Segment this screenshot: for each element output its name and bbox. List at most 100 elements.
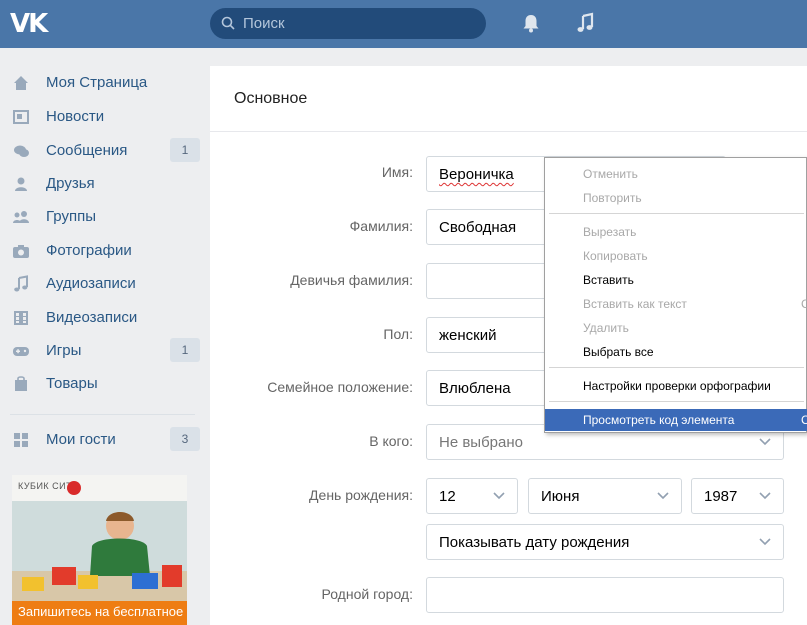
friends-icon <box>15 177 27 191</box>
birthday-year-select[interactable]: 1987 <box>691 478 784 514</box>
video-icon <box>14 311 28 325</box>
sidebar-item-label: Сообщения <box>46 142 128 159</box>
sidebar-divider <box>10 414 195 415</box>
sidebar-item-label: Игры <box>46 342 82 359</box>
sidebar-item-label: Новости <box>46 108 105 125</box>
page-title: Основное <box>234 90 308 107</box>
menu-item-label: Вырезать <box>583 225 637 239</box>
sidebar-item-news[interactable]: Новости <box>10 103 200 131</box>
menu-item-redo[interactable]: Повторить <box>545 187 807 209</box>
menu-item-spellcheck-settings[interactable]: Настройки проверки орфографии <box>545 375 807 397</box>
sidebar-item-label: Группы <box>46 208 96 225</box>
sidebar-item-label: Аудиозаписи <box>46 275 136 292</box>
birthday-day-select[interactable]: 12 <box>426 478 518 514</box>
menu-item-paste-as-text[interactable]: Вставить как текст С <box>545 293 807 315</box>
sidebar-item-label: Друзья <box>46 175 95 192</box>
home-icon <box>14 76 28 90</box>
menu-item-label: Копировать <box>583 249 648 263</box>
chevron-down-icon <box>493 492 505 500</box>
hometown-label: Родной город: <box>321 586 413 602</box>
sidebar-item-groups[interactable]: Группы <box>10 203 200 231</box>
birthday-month-select[interactable]: Июня <box>528 478 682 514</box>
last-name-label: Фамилия: <box>349 218 413 234</box>
birthday-visibility-select[interactable]: Показывать дату рождения <box>426 524 784 560</box>
menu-separator <box>549 367 804 368</box>
vk-logo[interactable]: VK <box>10 8 52 40</box>
sidebar-item-label: Товары <box>46 375 98 392</box>
menu-item-undo[interactable]: Отменить <box>545 163 807 185</box>
menu-item-label: Просмотреть код элемента <box>583 413 735 427</box>
chevron-down-icon <box>759 538 771 546</box>
sidebar-item-video[interactable]: Видеозаписи <box>10 304 200 332</box>
menu-item-label: Повторить <box>583 191 642 205</box>
birthday-year-value: 1987 <box>704 488 738 505</box>
sidebar-item-my-guests[interactable]: Мои гости 3 <box>10 426 200 454</box>
gamepad-icon <box>13 347 29 356</box>
search-icon <box>221 16 235 30</box>
last-name-value: Свободная <box>439 219 517 236</box>
menu-item-label: Отменить <box>583 167 638 181</box>
bag-icon <box>15 376 27 391</box>
search-box[interactable]: Поиск <box>210 8 486 39</box>
partner-placeholder: Не выбрано <box>439 434 523 451</box>
sidebar-item-label: Фотографии <box>46 242 132 259</box>
gender-value: женский <box>439 327 497 344</box>
birthday-visibility-value: Показывать дату рождения <box>439 534 630 551</box>
sidebar-item-audio[interactable]: Аудиозаписи <box>10 270 200 298</box>
music-icon <box>14 275 28 292</box>
bell-icon[interactable] <box>520 12 542 34</box>
ad-caption: Запишитесь на бесплатное <box>12 601 187 625</box>
guests-count-badge: 3 <box>170 427 200 451</box>
chevron-down-icon <box>759 492 771 500</box>
gender-label: Пол: <box>383 326 413 342</box>
sidebar-item-label: Моя Страница <box>46 74 148 91</box>
sidebar-item-photos[interactable]: Фотографии <box>10 237 200 265</box>
first-name-value: Вероничка <box>439 166 514 183</box>
partner-label: В кого: <box>369 433 413 449</box>
menu-separator <box>549 401 804 402</box>
top-bar: VK Поиск <box>0 0 807 48</box>
menu-item-label: Вставить <box>583 273 634 287</box>
chevron-down-icon <box>657 492 669 500</box>
games-count-badge: 1 <box>170 338 200 362</box>
grid-icon <box>14 433 28 447</box>
music-icon[interactable] <box>575 12 597 34</box>
menu-item-shortcut: С <box>801 413 807 427</box>
menu-item-label: Вставить как текст <box>583 297 687 311</box>
sidebar-item-friends[interactable]: Друзья <box>10 170 200 198</box>
birthday-label: День рождения: <box>309 487 413 503</box>
birthday-month-value: Июня <box>541 488 580 505</box>
menu-item-cut[interactable]: Вырезать <box>545 221 807 243</box>
menu-item-shortcut: С <box>801 297 807 311</box>
ad-banner[interactable]: КУБИК СИТИ Запишитесь на бесплатное <box>12 475 187 625</box>
groups-icon <box>13 211 29 223</box>
sidebar-item-goods[interactable]: Товары <box>10 370 200 398</box>
menu-item-delete[interactable]: Удалить <box>545 317 807 339</box>
messages-icon <box>14 145 29 157</box>
sidebar-item-my-page[interactable]: Моя Страница <box>10 69 200 97</box>
birthday-day-value: 12 <box>439 488 456 505</box>
panel-header: Основное <box>210 66 807 132</box>
context-menu: Отменить Повторить Вырезать Копировать В… <box>544 157 807 433</box>
chevron-down-icon <box>759 438 771 446</box>
sidebar-item-label: Мои гости <box>46 431 116 448</box>
relationship-label: Семейное положение: <box>267 379 413 395</box>
menu-item-label: Настройки проверки орфографии <box>583 379 771 393</box>
ad-logo-mark <box>67 481 81 495</box>
sidebar-item-label: Видеозаписи <box>46 309 138 326</box>
menu-item-label: Удалить <box>583 321 629 335</box>
hometown-field[interactable] <box>426 577 784 613</box>
camera-icon <box>13 245 29 258</box>
news-icon <box>13 110 29 124</box>
ad-photo <box>12 501 187 601</box>
menu-item-copy[interactable]: Копировать <box>545 245 807 267</box>
menu-item-select-all[interactable]: Выбрать все <box>545 341 807 363</box>
menu-item-label: Выбрать все <box>583 345 654 359</box>
sidebar-item-games[interactable]: Игры 1 <box>10 337 200 365</box>
maiden-name-label: Девичья фамилия: <box>290 272 413 288</box>
menu-item-paste[interactable]: Вставить <box>545 269 807 291</box>
unread-count-badge: 1 <box>170 138 200 162</box>
search-placeholder: Поиск <box>243 15 285 32</box>
sidebar-item-messages[interactable]: Сообщения 1 <box>10 137 200 165</box>
menu-item-inspect-element[interactable]: Просмотреть код элемента С <box>545 409 807 431</box>
